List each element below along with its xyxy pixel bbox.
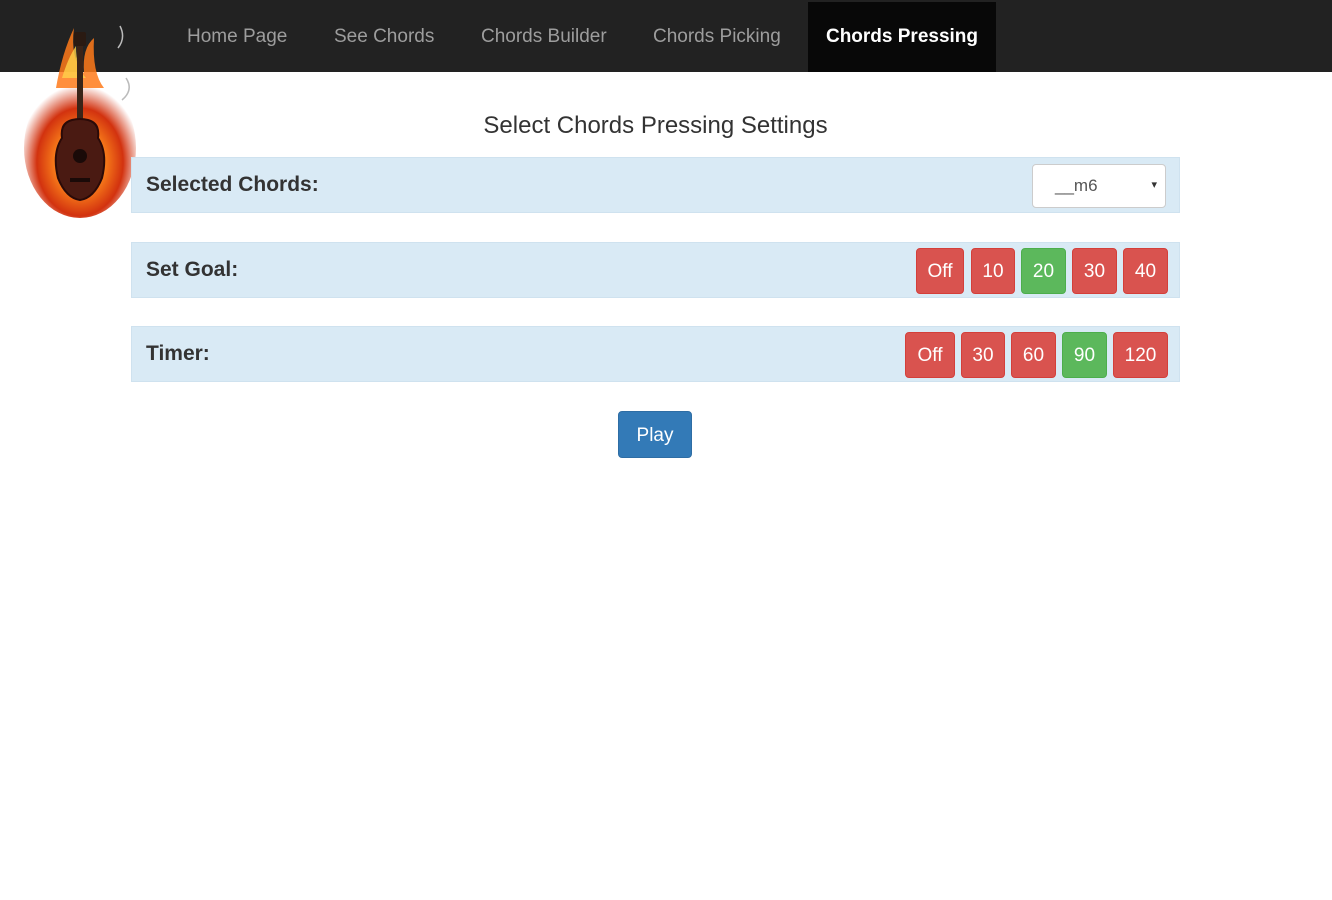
chords-select[interactable]: __m6 ▾ <box>1032 164 1166 208</box>
nav-chords-pressing[interactable]: Chords Pressing <box>808 2 996 72</box>
top-navbar: Home Page See Chords Chords Builder Chor… <box>0 0 1332 72</box>
flaming-guitar-icon <box>22 18 142 218</box>
timer-off-button[interactable]: Off <box>905 332 955 378</box>
goal-40-button[interactable]: 40 <box>1123 248 1168 294</box>
nav-see-chords[interactable]: See Chords <box>334 2 434 72</box>
page-title: Select Chords Pressing Settings <box>483 112 828 139</box>
timer-label: Timer: <box>146 342 210 365</box>
goal-10-button[interactable]: 10 <box>971 248 1015 294</box>
selected-chords-panel: Selected Chords: __m6 ▾ <box>131 157 1180 213</box>
timer-60-button[interactable]: 60 <box>1011 332 1056 378</box>
nav-chords-picking[interactable]: Chords Picking <box>653 2 781 72</box>
goal-off-button[interactable]: Off <box>916 248 964 294</box>
selected-chords-label: Selected Chords: <box>146 173 319 196</box>
goal-30-button[interactable]: 30 <box>1072 248 1117 294</box>
nav-home-page[interactable]: Home Page <box>187 2 287 72</box>
nav-chords-builder[interactable]: Chords Builder <box>481 2 607 72</box>
set-goal-panel: Set Goal: Off 10 20 30 40 <box>131 242 1180 298</box>
set-goal-label: Set Goal: <box>146 258 239 281</box>
timer-120-button[interactable]: 120 <box>1113 332 1168 378</box>
goal-button-group: Off 10 20 30 40 <box>916 248 1168 294</box>
chords-select-value: __m6 <box>1055 176 1098 195</box>
goal-20-button[interactable]: 20 <box>1021 248 1066 294</box>
timer-button-group: Off 30 60 90 120 <box>905 332 1168 378</box>
chevron-down-icon: ▾ <box>1151 179 1157 191</box>
timer-30-button[interactable]: 30 <box>961 332 1005 378</box>
play-button[interactable]: Play <box>618 411 692 458</box>
timer-panel: Timer: Off 30 60 90 120 <box>131 326 1180 382</box>
timer-90-button[interactable]: 90 <box>1062 332 1107 378</box>
